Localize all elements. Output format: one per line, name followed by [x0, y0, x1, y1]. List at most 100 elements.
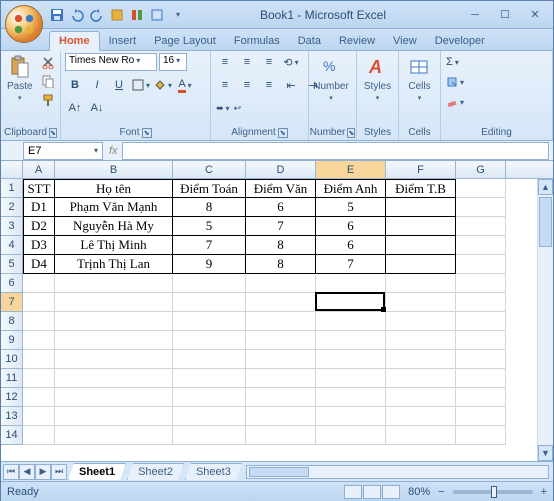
cell[interactable]: [456, 274, 506, 293]
cell[interactable]: [246, 331, 316, 350]
cell[interactable]: [456, 217, 506, 236]
cell[interactable]: [386, 388, 456, 407]
cell[interactable]: [55, 426, 173, 445]
cell[interactable]: STT: [23, 179, 55, 198]
cell[interactable]: [316, 350, 386, 369]
cell[interactable]: D3: [23, 236, 55, 255]
cell[interactable]: Họ tên: [55, 179, 173, 198]
scroll-up-icon[interactable]: ▲: [538, 179, 553, 195]
cell[interactable]: Điểm Văn: [246, 179, 316, 198]
cell[interactable]: [23, 274, 55, 293]
normal-view-icon[interactable]: [344, 485, 362, 499]
cell[interactable]: [316, 274, 386, 293]
cell[interactable]: [23, 350, 55, 369]
qat-customize-icon[interactable]: [169, 7, 185, 23]
cell[interactable]: 7: [316, 255, 386, 274]
font-size-combo[interactable]: 16: [159, 53, 187, 71]
column-header[interactable]: C: [173, 161, 246, 178]
cell[interactable]: 7: [246, 217, 316, 236]
worksheet-grid[interactable]: ABCDEFG 1234567891011121314 STTHọ tênĐiể…: [1, 161, 553, 461]
cell[interactable]: [55, 274, 173, 293]
cell[interactable]: [55, 388, 173, 407]
cell[interactable]: [386, 255, 456, 274]
cell[interactable]: [386, 312, 456, 331]
cell[interactable]: Trịnh Thị Lan: [55, 255, 173, 274]
name-box[interactable]: E7▾: [23, 142, 103, 160]
cell[interactable]: [55, 293, 173, 312]
cell[interactable]: 6: [316, 236, 386, 255]
wrap-text-icon[interactable]: ↩: [233, 99, 243, 117]
bold-button[interactable]: B: [65, 76, 85, 94]
cell[interactable]: [246, 293, 316, 312]
cell[interactable]: [456, 407, 506, 426]
tab-developer[interactable]: Developer: [426, 32, 494, 50]
close-button[interactable]: ✕: [521, 6, 549, 24]
redo-icon[interactable]: [89, 7, 105, 23]
scroll-down-icon[interactable]: ▼: [538, 445, 553, 461]
row-header[interactable]: 10: [1, 350, 23, 369]
cell[interactable]: [386, 407, 456, 426]
cell[interactable]: [173, 350, 246, 369]
cell[interactable]: [23, 331, 55, 350]
cell[interactable]: [386, 331, 456, 350]
sheet-nav-next-icon[interactable]: ▶: [35, 464, 51, 480]
row-header[interactable]: 1: [1, 179, 23, 198]
zoom-in-icon[interactable]: +: [541, 486, 547, 498]
cell[interactable]: [173, 293, 246, 312]
cell[interactable]: [456, 198, 506, 217]
page-layout-view-icon[interactable]: [363, 485, 381, 499]
sheet-tab[interactable]: Sheet1: [68, 463, 126, 480]
cell[interactable]: [456, 426, 506, 445]
formula-input[interactable]: [122, 142, 549, 160]
cell[interactable]: Nguyễn Hà My: [55, 217, 173, 236]
page-break-view-icon[interactable]: [382, 485, 400, 499]
cell[interactable]: Lê Thị Minh: [55, 236, 173, 255]
clipboard-launcher-icon[interactable]: ⬊: [49, 128, 57, 138]
cell[interactable]: [246, 388, 316, 407]
office-button[interactable]: [5, 5, 43, 43]
cell[interactable]: [456, 255, 506, 274]
horizontal-scrollbar[interactable]: [246, 465, 549, 479]
cell[interactable]: [386, 236, 456, 255]
row-header[interactable]: 6: [1, 274, 23, 293]
cell[interactable]: [246, 350, 316, 369]
qat-icon-3[interactable]: [149, 7, 165, 23]
grow-font-icon[interactable]: A↑: [65, 99, 85, 117]
format-painter-icon[interactable]: [38, 91, 58, 109]
cell[interactable]: [246, 312, 316, 331]
column-header[interactable]: D: [246, 161, 316, 178]
column-header[interactable]: F: [386, 161, 456, 178]
row-header[interactable]: 2: [1, 198, 23, 217]
cell[interactable]: [316, 407, 386, 426]
sheet-nav-prev-icon[interactable]: ◀: [19, 464, 35, 480]
cell[interactable]: 8: [173, 198, 246, 217]
cell[interactable]: [55, 369, 173, 388]
cell[interactable]: 7: [173, 236, 246, 255]
cell[interactable]: [316, 331, 386, 350]
italic-button[interactable]: I: [87, 76, 107, 94]
select-all-corner[interactable]: [1, 161, 23, 178]
cell[interactable]: 6: [246, 198, 316, 217]
shrink-font-icon[interactable]: A↓: [87, 99, 107, 117]
font-launcher-icon[interactable]: ⬊: [142, 128, 152, 138]
cell[interactable]: [456, 312, 506, 331]
sheet-nav-last-icon[interactable]: ⏭: [51, 464, 67, 480]
save-icon[interactable]: [49, 7, 65, 23]
cell[interactable]: [386, 350, 456, 369]
maximize-button[interactable]: ☐: [491, 6, 519, 24]
cell[interactable]: [456, 236, 506, 255]
cell[interactable]: [173, 407, 246, 426]
font-name-combo[interactable]: Times New Ro: [65, 53, 157, 71]
tab-page-layout[interactable]: Page Layout: [145, 32, 225, 50]
qat-icon[interactable]: [109, 7, 125, 23]
row-header[interactable]: 14: [1, 426, 23, 445]
orientation-icon[interactable]: ⟲: [281, 53, 301, 71]
autosum-icon[interactable]: Σ: [445, 53, 460, 71]
font-color-button[interactable]: A: [175, 76, 195, 94]
align-middle-icon[interactable]: ≡: [237, 53, 257, 71]
indent-dec-icon[interactable]: ⇤: [281, 76, 301, 94]
vertical-scrollbar[interactable]: ▲ ▼: [537, 179, 553, 461]
sheet-tab[interactable]: Sheet3: [185, 463, 242, 480]
zoom-level[interactable]: 80%: [408, 486, 430, 498]
cell[interactable]: [55, 350, 173, 369]
